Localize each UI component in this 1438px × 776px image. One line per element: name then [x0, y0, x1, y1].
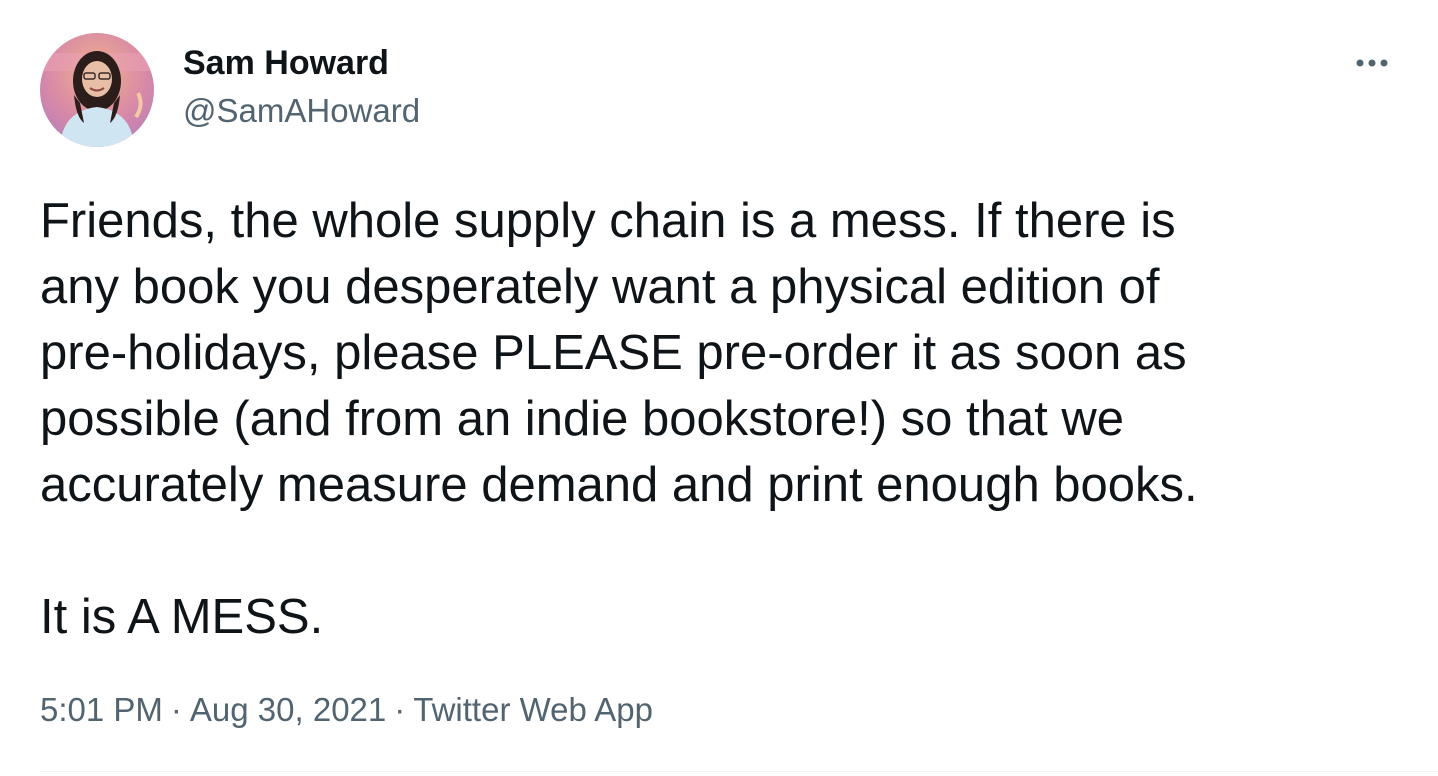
user-avatar-icon [40, 33, 154, 147]
tweet-text: Friends, the whole supply chain is a mes… [40, 188, 1410, 650]
more-options-button[interactable] [1350, 48, 1394, 78]
author-display-name[interactable]: Sam Howard [183, 42, 389, 84]
tweet-paragraph: It is A MESS. [40, 590, 324, 644]
meta-separator: · [394, 691, 406, 728]
avatar[interactable] [40, 33, 154, 147]
tweet-time-link[interactable]: 5:01 PM [40, 691, 163, 728]
more-horizontal-icon [1356, 59, 1388, 67]
author-handle[interactable]: @SamAHoward [183, 90, 420, 132]
tweet-card: Sam Howard @SamAHoward Friends, the whol… [0, 0, 1438, 776]
divider [40, 771, 1438, 772]
tweet-date-link[interactable]: Aug 30, 2021 [190, 691, 386, 728]
tweet-source-link[interactable]: Twitter Web App [413, 691, 653, 728]
meta-separator: · [170, 691, 182, 728]
tweet-metadata: 5:01 PM · Aug 30, 2021 · Twitter Web App [40, 688, 653, 732]
tweet-paragraph: Friends, the whole supply chain is a mes… [40, 194, 1198, 512]
